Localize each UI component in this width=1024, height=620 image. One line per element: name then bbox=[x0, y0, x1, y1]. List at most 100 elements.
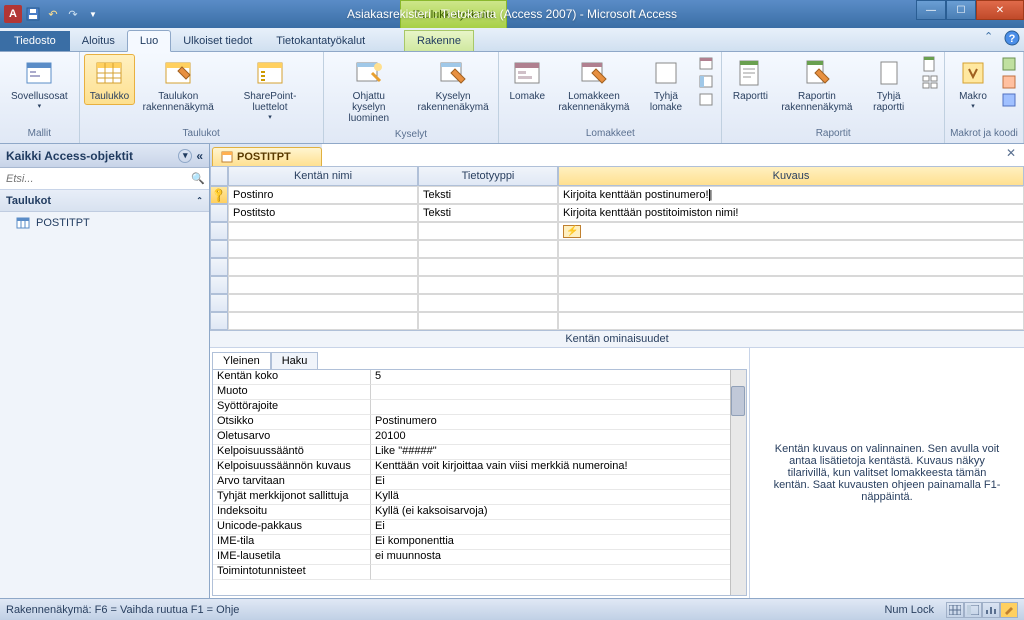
row-selector-empty[interactable] bbox=[210, 294, 228, 312]
more-forms-icon[interactable] bbox=[699, 92, 715, 108]
field-desc-2[interactable]: Kirjoita kenttään postitoimiston nimi! bbox=[558, 204, 1024, 222]
scrollbar-thumb[interactable] bbox=[731, 386, 745, 416]
property-row[interactable]: Kelpoisuussäännön kuvausKenttään voit ki… bbox=[213, 460, 746, 475]
datasheet-view-button[interactable] bbox=[946, 602, 964, 618]
blank-cell[interactable] bbox=[418, 258, 558, 276]
blank-cell[interactable] bbox=[558, 258, 1024, 276]
property-value[interactable]: ei muunnosta bbox=[371, 550, 746, 565]
blank-cell[interactable] bbox=[418, 294, 558, 312]
table-button[interactable]: Taulukko bbox=[84, 54, 135, 105]
property-value[interactable]: Kenttään voit kirjoittaa vain viisi merk… bbox=[371, 460, 746, 475]
design-view-button[interactable] bbox=[1000, 602, 1018, 618]
labels-icon[interactable] bbox=[922, 74, 938, 90]
field-name-2[interactable]: Postitsto bbox=[228, 204, 418, 222]
blank-cell[interactable] bbox=[558, 294, 1024, 312]
blank-cell[interactable] bbox=[228, 294, 418, 312]
report-button[interactable]: Raportti bbox=[726, 54, 774, 105]
navpane-collapse-icon[interactable]: « bbox=[196, 149, 203, 163]
row-selector-empty[interactable] bbox=[210, 258, 228, 276]
query-design-button[interactable]: Kyselyn rakennenäkymä bbox=[412, 54, 494, 116]
property-value[interactable] bbox=[371, 565, 746, 580]
blank-report-button[interactable]: Tyhjä raportti bbox=[859, 54, 918, 116]
prop-tab-lookup[interactable]: Haku bbox=[271, 352, 319, 370]
blank-cell[interactable] bbox=[228, 240, 418, 258]
blank-cell[interactable] bbox=[558, 312, 1024, 330]
field-name-1[interactable]: Postinro bbox=[228, 186, 418, 204]
pivot-chart-view-button[interactable] bbox=[982, 602, 1000, 618]
blank-cell[interactable] bbox=[228, 312, 418, 330]
query-wizard-button[interactable]: Ohjattu kyselyn luominen bbox=[328, 54, 410, 127]
field-desc-1[interactable]: Kirjoita kenttään postinumero!| bbox=[558, 186, 1024, 204]
property-value[interactable]: Ei komponenttia bbox=[371, 535, 746, 550]
blank-cell[interactable] bbox=[228, 258, 418, 276]
property-row[interactable]: Toimintotunnisteet bbox=[213, 565, 746, 580]
property-row[interactable]: IME-tilaEi komponenttia bbox=[213, 535, 746, 550]
doc-tab-postitpt[interactable]: POSTITPT bbox=[212, 147, 322, 166]
access-app-icon[interactable]: A bbox=[4, 5, 22, 23]
prop-tab-general[interactable]: Yleinen bbox=[212, 352, 271, 370]
property-value[interactable]: Ei bbox=[371, 475, 746, 490]
smart-tag-cell[interactable]: ⚡ bbox=[558, 222, 1024, 240]
form-wizard-icon[interactable] bbox=[699, 56, 715, 72]
group-collapse-icon[interactable]: ⌃ bbox=[196, 196, 203, 205]
minimize-button[interactable]: — bbox=[916, 0, 946, 20]
row-selector-1[interactable]: 🔑 bbox=[210, 186, 228, 204]
class-module-icon[interactable] bbox=[1001, 74, 1017, 90]
blank-cell[interactable] bbox=[558, 240, 1024, 258]
blank-form-button[interactable]: Tyhjä lomake bbox=[637, 54, 696, 116]
blank-cell[interactable] bbox=[418, 240, 558, 258]
sharepoint-lists-button[interactable]: SharePoint-luettelot ▾ bbox=[221, 54, 318, 124]
maximize-button[interactable]: ☐ bbox=[946, 0, 976, 20]
property-row[interactable]: OtsikkoPostinumero bbox=[213, 415, 746, 430]
qat-dropdown-icon[interactable]: ▼ bbox=[84, 5, 102, 23]
undo-icon[interactable]: ↶ bbox=[44, 5, 62, 23]
save-icon[interactable] bbox=[24, 5, 42, 23]
smart-tag-icon[interactable]: ⚡ bbox=[563, 225, 581, 238]
property-value[interactable]: Postinumero bbox=[371, 415, 746, 430]
redo-icon[interactable]: ↷ bbox=[64, 5, 82, 23]
property-value[interactable]: Like "#####" bbox=[371, 445, 746, 460]
tab-file[interactable]: Tiedosto bbox=[0, 31, 70, 51]
row-selector-3[interactable] bbox=[210, 222, 228, 240]
row-selector-empty[interactable] bbox=[210, 312, 228, 330]
property-row[interactable]: IndeksoituKyllä (ei kaksoisarvoja) bbox=[213, 505, 746, 520]
property-row[interactable]: Oletusarvo20100 bbox=[213, 430, 746, 445]
row-selector-empty[interactable] bbox=[210, 240, 228, 258]
report-wizard-icon[interactable] bbox=[922, 56, 938, 72]
navpane-group-tables[interactable]: Taulukot ⌃ bbox=[0, 190, 209, 212]
property-row[interactable]: KelpoisuussääntöLike "#####" bbox=[213, 445, 746, 460]
property-value[interactable] bbox=[371, 400, 746, 415]
property-row[interactable]: Kentän koko5 bbox=[213, 370, 746, 385]
blank-cell[interactable] bbox=[418, 276, 558, 294]
blank-cell[interactable] bbox=[418, 312, 558, 330]
tab-external-data[interactable]: Ulkoiset tiedot bbox=[171, 31, 264, 51]
row-selector-2[interactable] bbox=[210, 204, 228, 222]
blank-cell[interactable] bbox=[558, 276, 1024, 294]
pivot-table-view-button[interactable] bbox=[964, 602, 982, 618]
property-row[interactable]: Muoto bbox=[213, 385, 746, 400]
search-input[interactable] bbox=[0, 171, 187, 187]
property-row[interactable]: Arvo tarvitaanEi bbox=[213, 475, 746, 490]
tab-database-tools[interactable]: Tietokantatyökalut bbox=[264, 31, 377, 51]
minimize-ribbon-icon[interactable]: ⌃ bbox=[984, 30, 1000, 46]
navpane-dropdown-icon[interactable]: ▾ bbox=[178, 149, 192, 163]
close-tab-button[interactable]: ✕ bbox=[1000, 144, 1022, 162]
navpane-item-postitpt[interactable]: POSTITPT bbox=[0, 212, 209, 234]
property-value[interactable]: 20100 bbox=[371, 430, 746, 445]
property-row[interactable]: Syöttörajoite bbox=[213, 400, 746, 415]
module-icon[interactable] bbox=[1001, 56, 1017, 72]
blank-cell[interactable] bbox=[418, 222, 558, 240]
field-type-2[interactable]: Teksti bbox=[418, 204, 558, 222]
form-button[interactable]: Lomake bbox=[503, 54, 551, 105]
search-icon[interactable]: 🔍 bbox=[187, 172, 209, 185]
field-type-1[interactable]: Teksti bbox=[418, 186, 558, 204]
help-icon[interactable]: ? bbox=[1004, 30, 1020, 46]
tab-create[interactable]: Luo bbox=[127, 30, 171, 52]
row-selector-empty[interactable] bbox=[210, 276, 228, 294]
property-value[interactable]: Kyllä (ei kaksoisarvoja) bbox=[371, 505, 746, 520]
application-parts-button[interactable]: Sovellusosat ▾ bbox=[4, 54, 75, 113]
tab-design[interactable]: Rakenne bbox=[404, 30, 474, 51]
property-value[interactable]: Kyllä bbox=[371, 490, 746, 505]
tab-home[interactable]: Aloitus bbox=[70, 31, 127, 51]
vba-icon[interactable] bbox=[1001, 92, 1017, 108]
